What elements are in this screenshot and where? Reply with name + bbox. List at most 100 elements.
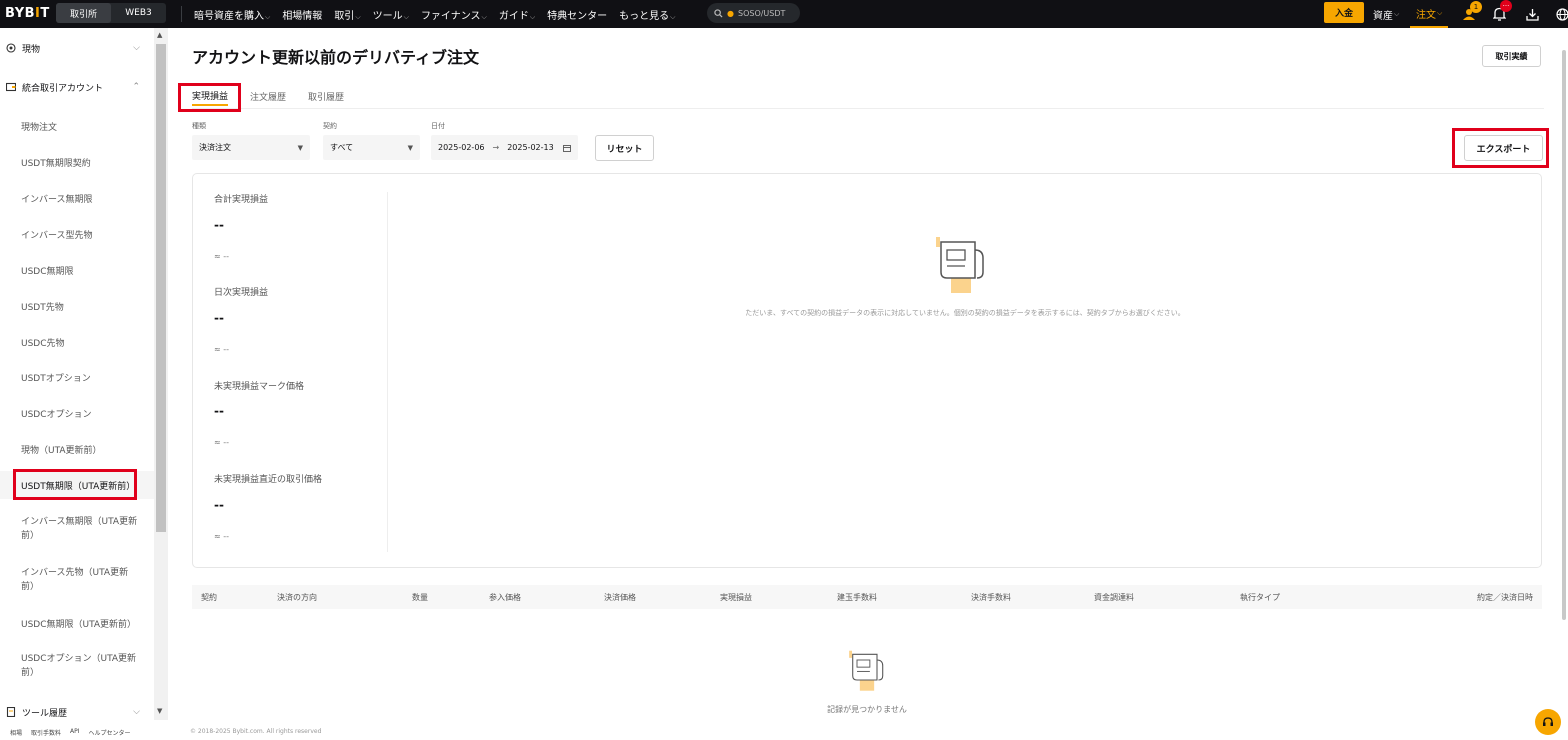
sidebar-item-inverse-futures-legacy[interactable]: インバース先物（UTA更新前） xyxy=(0,562,154,598)
page-scrollbar[interactable] xyxy=(1560,28,1568,740)
column-contract: 契約 xyxy=(201,593,217,602)
nav-label: ツール xyxy=(372,10,403,22)
sidebar-section-unified-account[interactable]: 統合取引アカウント ⌃ xyxy=(0,73,154,101)
column-funding-fee: 資金調達料 xyxy=(1094,593,1134,602)
footer-link-fees[interactable]: 取引手数料 xyxy=(31,728,61,740)
date-from: 2025-02-06 xyxy=(438,143,485,152)
sidebar-item-usdc-options[interactable]: USDCオプション xyxy=(0,399,154,427)
nav-finance[interactable]: ファイナンス⌵ xyxy=(421,7,487,22)
scroll-up-icon[interactable]: ▲ xyxy=(157,31,162,39)
nav-tools[interactable]: ツール⌵ xyxy=(373,7,409,22)
wallet-icon xyxy=(6,82,16,92)
tab-trade-history[interactable]: 取引履歴 xyxy=(308,86,344,106)
total-realized-pnl-approx: ≈ -- xyxy=(214,252,230,261)
globe-icon[interactable] xyxy=(1553,5,1568,23)
type-select[interactable]: 決済注文 ▼ xyxy=(192,135,310,160)
unrealized-pnl-mark-value: -- xyxy=(214,404,224,418)
sidebar-item-inverse-perpetual-legacy[interactable]: インバース無期限（UTA更新前） xyxy=(0,511,154,547)
bell-icon[interactable]: ··· xyxy=(1490,0,1512,23)
chevron-down-icon: ⌵ xyxy=(481,12,487,21)
download-shape xyxy=(1525,8,1539,21)
orders-label: 注文 xyxy=(1416,9,1436,21)
user-icon[interactable]: 1 xyxy=(1460,1,1482,23)
globe-shape xyxy=(1555,7,1568,21)
footer-link-api[interactable]: API xyxy=(70,728,80,740)
exchange-tab[interactable]: 取引所 xyxy=(56,3,111,23)
footer-link-markets[interactable]: 相場 xyxy=(10,728,22,740)
nav-trade[interactable]: 取引⌵ xyxy=(334,7,360,22)
chevron-down-icon: ⌵ xyxy=(529,12,536,21)
sidebar-scrollbar[interactable]: ▲ ▼ xyxy=(154,28,168,720)
unrealized-pnl-mark-approx: ≈ -- xyxy=(214,438,230,447)
download-icon[interactable] xyxy=(1523,5,1541,23)
logo-text: BYB xyxy=(5,6,36,21)
pnl-summary-card: 合計実現損益 -- ≈ -- 日次実現損益 -- ≈ -- 未実現損益マーク価格… xyxy=(192,173,1542,568)
trade-history-button[interactable]: 取引実績 xyxy=(1482,45,1541,67)
web3-tab[interactable]: WEB3 xyxy=(111,3,166,23)
sidebar-item-inverse-perpetual[interactable]: インバース無期限 xyxy=(0,184,154,212)
nav-guide[interactable]: ガイド⌵ xyxy=(499,7,535,22)
contract-select-value: すべて xyxy=(330,143,354,152)
sidebar-item-spot-orders[interactable]: 現物注文 xyxy=(0,112,154,140)
nav-label: もっと見る xyxy=(619,10,670,22)
sidebar-section-label: 現物 xyxy=(22,44,41,55)
no-records-illustration-icon xyxy=(849,650,884,691)
reset-button[interactable]: リセット xyxy=(595,135,654,161)
headset-icon xyxy=(1543,717,1553,726)
footer-link-help[interactable]: ヘルプセンター xyxy=(89,728,131,740)
nav-label: 暗号資産を購入 xyxy=(194,10,264,22)
nav-label: 取引 xyxy=(334,10,355,22)
empty-state-illustration-icon xyxy=(936,237,984,293)
tab-order-history[interactable]: 注文履歴 xyxy=(250,86,286,106)
sidebar-item-inverse-futures[interactable]: インバース型先物 xyxy=(0,220,154,248)
daily-realized-pnl-approx: ≈ -- xyxy=(214,345,230,354)
column-close-fee: 決済手数料 xyxy=(971,593,1011,602)
sidebar-section-label: 統合取引アカウント xyxy=(22,83,104,94)
assets-menu[interactable]: 資産 ⌵ xyxy=(1373,0,1399,28)
search-placeholder: SOSO/USDT xyxy=(737,8,786,18)
sidebar-item-usdc-futures[interactable]: USDC先物 xyxy=(0,328,154,356)
nav-markets[interactable]: 相場情報 xyxy=(282,7,322,22)
chevron-down-icon: ⌵ xyxy=(403,12,409,21)
bybit-logo[interactable]: BYBIT xyxy=(5,6,50,21)
date-range-picker[interactable]: 2025-02-06 → 2025-02-13 xyxy=(431,135,578,160)
orders-menu[interactable]: 注文 ⌵ xyxy=(1410,0,1449,28)
sidebar-item-usdc-perpetual[interactable]: USDC無期限 xyxy=(0,256,154,284)
nav-buy-crypto[interactable]: 暗号資産を購入⌵ xyxy=(194,7,270,22)
sidebar-item-spot-legacy[interactable]: 現物（UTA更新前） xyxy=(0,435,154,463)
sidebar-section-tool-history[interactable]: ツール履歴 ⌵ xyxy=(0,698,154,726)
fire-icon: ● xyxy=(727,8,734,18)
scrollbar-thumb[interactable] xyxy=(156,44,166,532)
nav-rewards[interactable]: 特典センター xyxy=(547,7,607,22)
type-select-value: 決済注文 xyxy=(199,143,231,152)
sidebar-item-usdt-perpetual-legacy[interactable]: USDT無期限（UTA更新前） xyxy=(0,471,154,499)
date-filter-label: 日付 xyxy=(431,122,445,130)
dropdown-arrow-icon: ▼ xyxy=(297,143,303,152)
spot-icon xyxy=(6,43,16,53)
sidebar-item-usdt-options[interactable]: USDTオプション xyxy=(0,363,154,391)
support-chat-button[interactable] xyxy=(1535,709,1561,735)
deposit-button[interactable]: 入金 xyxy=(1324,2,1364,23)
scroll-down-icon[interactable]: ▼ xyxy=(157,707,162,715)
sidebar-section-label: ツール履歴 xyxy=(22,708,68,719)
column-quantity: 数量 xyxy=(412,593,428,602)
column-entry-price: 参入価格 xyxy=(489,593,521,602)
column-realized-pnl: 実現損益 xyxy=(720,593,752,602)
chevron-down-icon: ⌵ xyxy=(355,12,361,21)
sidebar-item-usdc-options-legacy[interactable]: USDCオプション（UTA更新前） xyxy=(0,648,154,684)
scrollbar-thumb[interactable] xyxy=(1562,50,1566,620)
export-button[interactable]: エクスポート xyxy=(1464,135,1543,161)
tab-bar: 実現損益 注文履歴 取引履歴 xyxy=(192,86,366,106)
footer-links: 相場 取引手数料 API ヘルプセンター xyxy=(0,728,170,740)
sidebar-section-spot[interactable]: 現物 ⌵ xyxy=(0,34,154,62)
sidebar-item-usdc-perpetual-legacy[interactable]: USDC無期限（UTA更新前） xyxy=(0,609,154,637)
sidebar-item-usdt-futures[interactable]: USDT先物 xyxy=(0,292,154,320)
nav-more[interactable]: もっと見る⌵ xyxy=(619,7,675,22)
total-realized-pnl-label: 合計実現損益 xyxy=(214,195,269,205)
contract-select[interactable]: すべて ▼ xyxy=(323,135,420,160)
search-input[interactable]: ● SOSO/USDT xyxy=(707,3,800,23)
tab-realized-pnl[interactable]: 実現損益 xyxy=(192,86,229,106)
column-exit-price: 決済価格 xyxy=(604,593,636,602)
sidebar-item-usdt-perpetual[interactable]: USDT無期限契約 xyxy=(0,148,154,176)
top-navigation-bar: BYBIT 取引所 WEB3 暗号資産を購入⌵ 相場情報 取引⌵ ツール⌵ ファ… xyxy=(0,0,1568,28)
